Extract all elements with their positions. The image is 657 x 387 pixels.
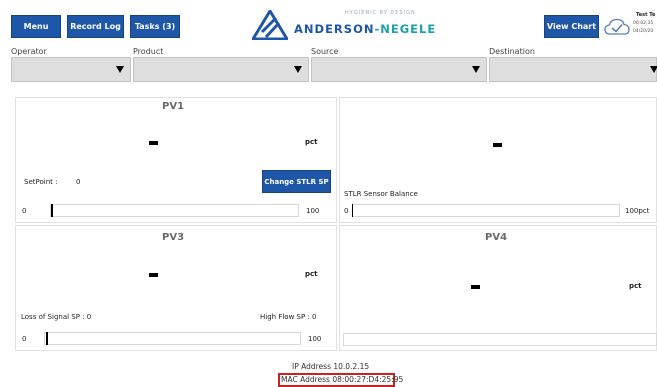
pv4-value-indicator [471,285,480,289]
chevron-down-icon [650,66,657,73]
chevron-down-icon [294,66,302,73]
high-flow-sp: High Flow SP : 0 [260,313,317,321]
brand-name-part1: ANDERSON [294,22,375,36]
product-label: Product [133,47,164,56]
pv4-title: PV4 [485,232,508,243]
pv1-unit: pct [305,138,318,146]
pv2-progress-bar [352,204,620,217]
pv1-setpoint-value: 0 [76,178,81,186]
clock-date: 04/20/20 [633,29,654,34]
pv3-progress-marker [46,332,48,345]
pv3-value-indicator [149,273,158,277]
product-select[interactable] [133,57,309,82]
destination-select[interactable] [489,57,657,82]
destination-label: Destination [489,47,535,56]
pv1-progress-marker [51,204,53,217]
user-name: Test Te [636,12,656,18]
pv1-title: PV1 [162,101,185,112]
chevron-down-icon [116,66,124,73]
tasks-button[interactable]: Tasks (3) [130,15,180,38]
pv3-progress-bar [44,332,301,345]
pv1-bar-min: 0 [22,207,27,215]
source-select[interactable] [311,57,487,82]
pv2-bar-max: 100pct [625,207,650,215]
view-chart-button[interactable]: View Chart [544,15,599,38]
record-log-button[interactable]: Record Log [67,15,124,38]
cloud-check-icon[interactable] [604,17,630,37]
brand-tagline: HYGIENIC BY DESIGN [345,10,416,16]
pv3-bar-max: 100 [308,335,322,343]
operator-select[interactable] [11,57,131,82]
source-label: Source [311,47,339,56]
pv2-progress-marker [352,204,353,217]
pv1-setpoint-label: SetPoint : [24,178,58,186]
pv3-bar-min: 0 [22,335,27,343]
pv1-bar-max: 100 [306,207,320,215]
chevron-down-icon [472,66,480,73]
clock-time: 06:02:35 [633,21,654,26]
header-bar: Menu Record Log Tasks (3) HYGIENIC BY DE… [0,0,657,42]
stlr-sensor-label: STLR Sensor Balance [344,190,418,198]
pv3-title: PV3 [162,232,185,243]
pv2-value-indicator [493,143,502,147]
pv2-bar-min: 0 [344,207,349,215]
operator-label: Operator [11,47,47,56]
pv1-value-indicator [149,141,158,145]
loss-of-signal-sp: Loss of Signal SP : 0 [21,313,92,321]
pv4-progress-bar [343,333,657,346]
change-stlr-sp-button[interactable]: Change STLR SP [262,170,331,193]
ip-address-text: IP Address 10.0.2.15 [292,362,370,371]
brand-name-part2: NEGELE [380,22,437,36]
brand-name: ANDERSON-NEGELE [294,22,436,36]
pv1-progress-bar [50,204,299,217]
pv3-unit: pct [305,270,318,278]
pv4-unit: pct [629,282,642,290]
menu-button[interactable]: Menu [11,15,61,38]
triangle-logo-icon [252,10,288,40]
